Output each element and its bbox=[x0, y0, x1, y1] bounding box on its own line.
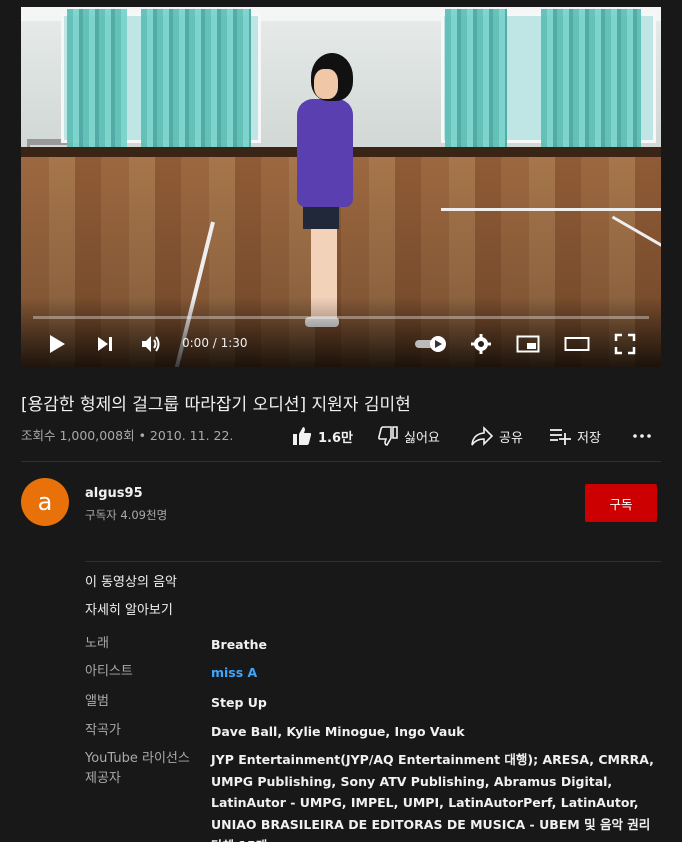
thumbs-down-icon bbox=[378, 426, 398, 446]
subscribe-button[interactable]: 구독 bbox=[585, 484, 657, 522]
mute-button[interactable] bbox=[138, 331, 164, 357]
playlist-add-icon bbox=[550, 429, 571, 445]
like-count: 1.6만 bbox=[318, 430, 353, 446]
player-controls: 0:00 / 1:30 bbox=[21, 325, 661, 365]
settings-button[interactable] bbox=[468, 331, 494, 357]
channel-avatar[interactable]: a bbox=[21, 478, 69, 526]
autoplay-icon bbox=[415, 336, 446, 352]
save-label: 저장 bbox=[577, 430, 601, 446]
channel-name[interactable]: algus95 bbox=[85, 486, 143, 501]
share-label: 공유 bbox=[499, 430, 523, 446]
song-value: Breathe bbox=[211, 637, 267, 652]
video-stats: 조회수 1,000,008회 • 2010. 11. 22. bbox=[21, 428, 234, 443]
video-player[interactable]: 0:00 / 1:30 bbox=[21, 7, 661, 367]
licensor-value: JYP Entertainment(JYP/AQ Entertainment 대… bbox=[211, 752, 654, 842]
subscriber-count: 구독자 4.09천명 bbox=[85, 508, 168, 522]
artist-label: 아티스트 bbox=[85, 664, 133, 679]
share-button[interactable]: 공유 bbox=[471, 425, 523, 447]
skip-next-icon bbox=[98, 337, 112, 351]
play-icon bbox=[50, 335, 65, 353]
fullscreen-button[interactable] bbox=[612, 331, 638, 357]
like-button[interactable]: 1.6만 bbox=[292, 425, 353, 447]
learn-more-link[interactable]: 자세히 알아보기 bbox=[85, 599, 173, 618]
composer-value: Dave Ball, Kylie Minogue, Ingo Vauk bbox=[211, 724, 465, 739]
miniplayer-button[interactable] bbox=[515, 331, 541, 357]
divider bbox=[21, 461, 661, 462]
more-actions-button[interactable] bbox=[632, 425, 658, 447]
miniplayer-icon bbox=[516, 335, 540, 353]
gear-icon bbox=[471, 334, 491, 354]
fullscreen-icon bbox=[614, 333, 636, 355]
divider bbox=[85, 561, 661, 562]
share-icon bbox=[471, 426, 493, 446]
progress-bar[interactable] bbox=[33, 316, 649, 319]
thumbs-up-icon bbox=[293, 427, 312, 445]
artist-link[interactable]: miss A bbox=[211, 662, 661, 684]
play-button[interactable] bbox=[44, 331, 70, 357]
licensor-label: YouTube 라이선스 제공자 bbox=[85, 751, 190, 786]
dislike-label: 싫어요 bbox=[404, 430, 440, 446]
theater-icon bbox=[564, 337, 590, 351]
dislike-button[interactable]: 싫어요 bbox=[378, 425, 440, 447]
time-display: 0:00 / 1:30 bbox=[182, 336, 248, 350]
more-horiz-icon bbox=[633, 434, 651, 438]
composer-label: 작곡가 bbox=[85, 723, 121, 738]
music-section-title: 이 동영상의 음악 bbox=[85, 575, 177, 590]
album-value: Step Up bbox=[211, 695, 267, 710]
album-label: 앨범 bbox=[85, 694, 109, 709]
theater-mode-button[interactable] bbox=[564, 331, 590, 357]
video-title: [용감한 형제의 걸그룹 따라잡기 오디션] 지원자 김미현 bbox=[21, 395, 411, 415]
song-label: 노래 bbox=[85, 636, 109, 651]
save-button[interactable]: 저장 bbox=[549, 425, 601, 447]
volume-icon bbox=[142, 336, 160, 352]
next-button[interactable] bbox=[92, 331, 118, 357]
autoplay-toggle[interactable] bbox=[413, 331, 449, 357]
